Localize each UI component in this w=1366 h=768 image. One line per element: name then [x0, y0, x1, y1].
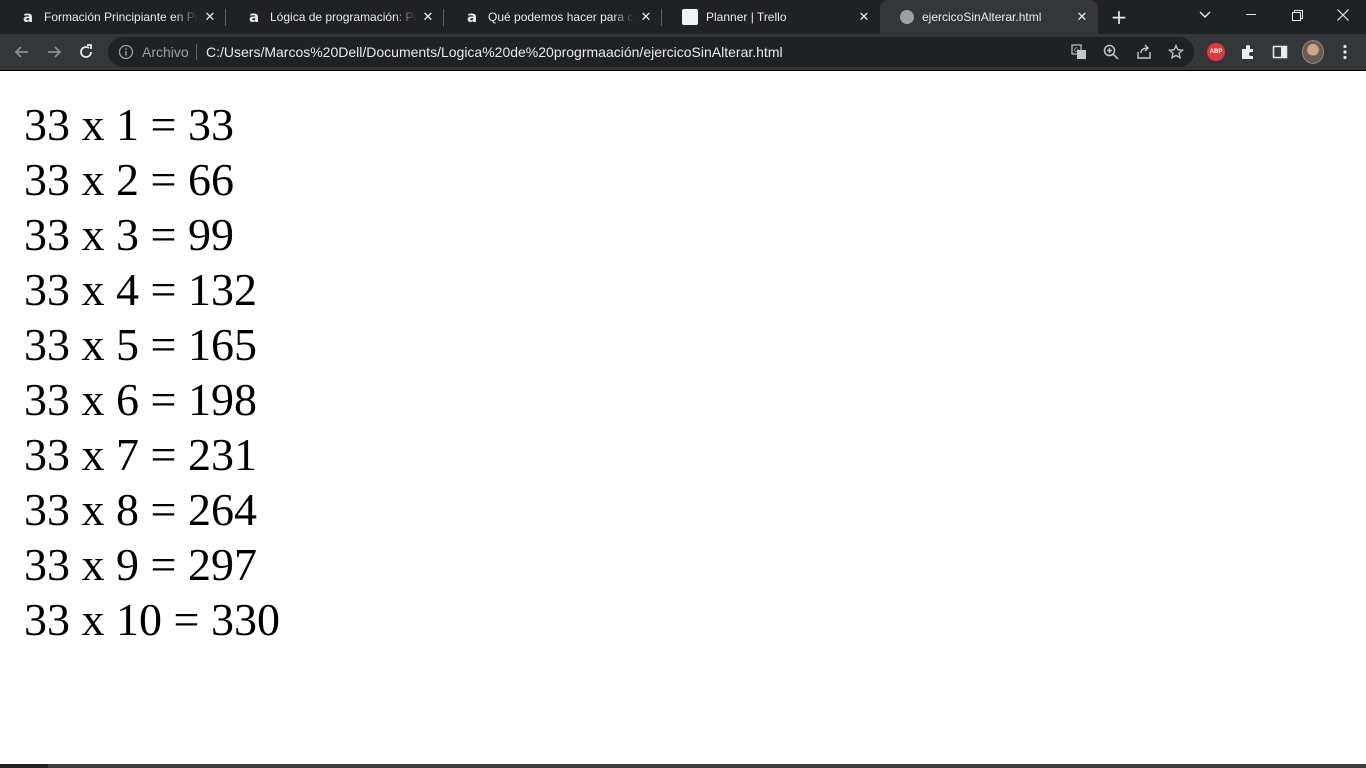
table-line: 33 x 4 = 132 [24, 264, 257, 315]
tab-title: Qué podemos hacer para calcular [488, 10, 634, 24]
close-icon[interactable]: ✕ [638, 9, 654, 25]
share-button[interactable] [1135, 43, 1153, 61]
side-panel-icon [1272, 45, 1288, 59]
bookmark-button[interactable] [1167, 43, 1185, 61]
close-icon [1337, 9, 1349, 21]
back-arrow-icon [14, 46, 28, 58]
table-line: 33 x 3 = 99 [24, 209, 234, 260]
avatar [1302, 40, 1324, 64]
star-icon [1168, 44, 1184, 60]
minimize-icon [1246, 14, 1256, 15]
tab-title: Lógica de programación: Primeros pasos [270, 10, 416, 24]
zoom-icon [1103, 44, 1119, 60]
alura-icon: a [22, 8, 34, 26]
translate-button[interactable]: G [1070, 43, 1088, 61]
adblock-icon: ABP [1207, 43, 1225, 61]
table-line: 33 x 2 = 66 [24, 154, 234, 205]
forward-arrow-icon [48, 46, 62, 58]
globe-icon [900, 10, 914, 24]
tab-ejercicio-active[interactable]: ejercicoSinAlterar.html ✕ [880, 0, 1098, 34]
security-chip-label: Archivo [142, 44, 189, 60]
minimize-button[interactable] [1228, 0, 1274, 30]
reload-icon [80, 44, 92, 58]
back-button[interactable] [10, 40, 34, 64]
taskbar-segment [48, 764, 1366, 768]
restore-button[interactable] [1274, 0, 1320, 30]
reload-button[interactable] [74, 40, 98, 64]
page-content: 33 x 1 = 33 33 x 2 = 66 33 x 3 = 99 33 x… [0, 71, 1366, 764]
side-panel-button[interactable] [1271, 43, 1289, 61]
close-icon[interactable]: ✕ [420, 9, 436, 25]
share-icon [1137, 44, 1151, 59]
browser-toolbar: Archivo C:/Users/Marcos%20Dell/Documents… [0, 34, 1366, 71]
svg-text:G: G [1074, 47, 1079, 54]
restore-icon [1291, 9, 1303, 21]
table-line: 33 x 9 = 297 [24, 539, 257, 590]
address-divider [196, 44, 197, 60]
menu-button[interactable] [1336, 43, 1354, 61]
close-window-button[interactable] [1320, 0, 1366, 30]
taskbar-edge [0, 764, 1366, 768]
tab-title: Planner | Trello [706, 10, 787, 24]
address-bar[interactable]: Archivo C:/Users/Marcos%20Dell/Documents… [108, 37, 1194, 67]
close-icon[interactable]: ✕ [202, 9, 218, 25]
table-line: 33 x 7 = 231 [24, 429, 257, 480]
puzzle-icon [1242, 45, 1253, 59]
new-tab-button[interactable]: + [1106, 5, 1132, 29]
tab-strip: a Formación Principiante en Programación… [0, 0, 1366, 34]
close-icon[interactable]: ✕ [856, 9, 872, 25]
tab-title: Formación Principiante en Programación [44, 10, 198, 24]
table-line: 33 x 6 = 198 [24, 374, 257, 425]
table-line: 33 x 1 = 33 [24, 99, 234, 150]
zoom-button[interactable] [1102, 43, 1120, 61]
profile-button[interactable] [1302, 40, 1324, 64]
close-icon[interactable]: ✕ [1074, 9, 1090, 25]
translate-icon: G [1071, 44, 1086, 59]
tab-que-podemos[interactable]: a Qué podemos hacer para calcular ✕ [444, 0, 662, 34]
alura-icon: a [466, 8, 478, 26]
alura-icon: a [248, 8, 260, 26]
table-line: 33 x 5 = 165 [24, 319, 257, 370]
table-line: 33 x 8 = 264 [24, 484, 257, 535]
info-icon[interactable] [118, 44, 134, 60]
tab-logica[interactable]: a Lógica de programación: Primeros pasos… [226, 0, 444, 34]
tab-trello[interactable]: Planner | Trello ✕ [662, 0, 880, 34]
chevron-down-icon [1199, 11, 1211, 18]
table-line: 33 x 10 = 330 [24, 594, 280, 645]
multiplication-table: 33 x 1 = 33 33 x 2 = 66 33 x 3 = 99 33 x… [24, 97, 280, 647]
more-vert-icon [1343, 44, 1347, 60]
tab-search-button[interactable] [1182, 0, 1228, 30]
url-text[interactable]: C:/Users/Marcos%20Dell/Documents/Logica%… [206, 37, 783, 67]
tab-formacion[interactable]: a Formación Principiante en Programación… [0, 0, 226, 34]
tab-title: ejercicoSinAlterar.html [922, 10, 1042, 24]
extensions-button[interactable] [1239, 43, 1257, 61]
adblock-extension-button[interactable]: ABP [1207, 43, 1225, 61]
forward-button[interactable] [42, 40, 66, 64]
trello-icon [682, 9, 698, 25]
